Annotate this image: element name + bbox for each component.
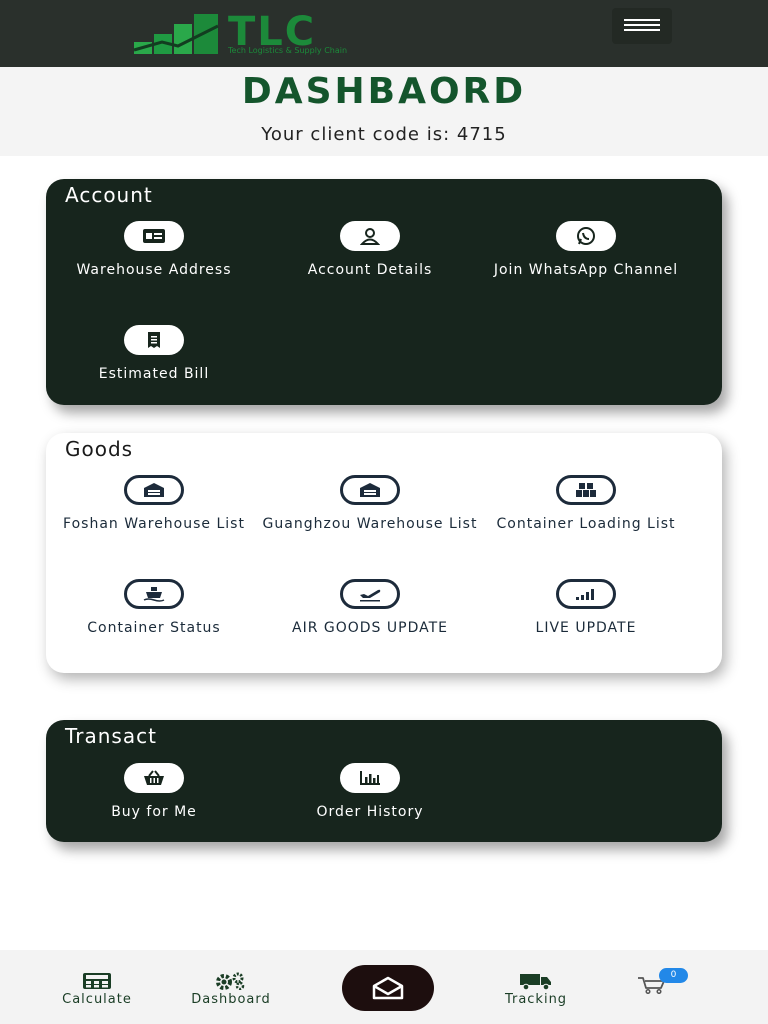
tile-label: Warehouse Address [76,262,232,278]
tile-label: Account Details [307,262,433,278]
dashboard-header: DASHBAORD Your client code is: 4715 [0,67,768,156]
tile-label: Container Status [87,620,221,636]
tile-label: Guanghzou Warehouse List [262,516,478,532]
calculator-icon [83,973,111,989]
menu-line-icon [624,24,660,26]
receipt-icon [124,325,184,355]
top-bar: TLC Tech Logistics & Supply Chain [0,0,768,67]
nav-label: Tracking [504,992,568,1007]
menu-line-icon [624,19,660,21]
logo-bars-icon [133,14,219,54]
nav-tracking[interactable]: Tracking [490,972,582,1007]
tile-label: LIVE UPDATE [535,620,637,636]
ship-icon [124,579,184,609]
boxes-icon [556,475,616,505]
tile-label: Join WhatsApp Channel [493,262,679,278]
client-code-text: Your client code is: 4715 [261,124,507,145]
foshan-warehouse-tile[interactable]: Foshan Warehouse List [46,475,262,547]
transact-card: Transact Buy for Me Order History [46,720,722,842]
logo-tagline: Tech Logistics & Supply Chain [228,46,348,55]
tile-label: Container Loading List [496,516,676,532]
nav-calculate[interactable]: Calculate [46,972,148,1007]
signal-bars-icon [556,579,616,609]
transact-card-title: Transact [65,724,157,748]
truck-icon [520,974,551,990]
container-loading-tile[interactable]: Container Loading List [478,475,694,547]
account-details-tile[interactable]: Account Details [262,221,478,293]
tile-label: Foshan Warehouse List [63,516,245,532]
air-goods-update-tile[interactable]: AIR GOODS UPDATE [262,579,478,651]
warehouse-icon [124,475,184,505]
nav-label: Dashboard [191,992,271,1007]
address-card-icon [124,221,184,251]
warehouse-icon [340,475,400,505]
basket-icon [124,763,184,793]
brand-logo[interactable]: TLC Tech Logistics & Supply Chain [132,12,402,58]
tile-label: Order History [316,804,424,820]
nav-dashboard[interactable]: Dashboard [172,972,290,1007]
hamburger-menu-button[interactable] [612,8,672,44]
live-update-tile[interactable]: LIVE UPDATE [478,579,694,639]
bottom-nav: Calculate Dashboard Tracking [0,950,768,1024]
whatsapp-channel-tile[interactable]: Join WhatsApp Channel [478,221,694,293]
user-icon [340,221,400,251]
buy-for-me-tile[interactable]: Buy for Me [46,763,262,823]
account-card: Account Warehouse Address Account Detail… [46,179,722,405]
tile-label: Estimated Bill [98,366,210,382]
tile-label: Buy for Me [111,804,197,820]
account-card-title: Account [65,183,153,207]
cart-count-badge: 0 [659,968,688,983]
order-history-tile[interactable]: Order History [262,763,478,823]
gears-icon [216,972,245,990]
tile-label: AIR GOODS UPDATE [292,620,448,636]
whatsapp-icon [556,221,616,251]
menu-line-icon [624,29,660,31]
home-envelope-button[interactable] [342,965,434,1011]
guangzhou-warehouse-tile[interactable]: Guanghzou Warehouse List [262,475,478,547]
plane-departure-icon [340,579,400,609]
nav-label: Calculate [62,992,132,1007]
container-status-tile[interactable]: Container Status [46,579,262,651]
warehouse-address-tile[interactable]: Warehouse Address [46,221,262,293]
goods-card-title: Goods [65,437,134,461]
envelope-open-icon [372,976,404,1000]
chart-icon [340,763,400,793]
estimated-bill-tile[interactable]: Estimated Bill [46,325,262,385]
page-title: DASHBAORD [241,71,527,112]
goods-card: Goods Foshan Warehouse List Guanghzou Wa… [46,433,722,673]
